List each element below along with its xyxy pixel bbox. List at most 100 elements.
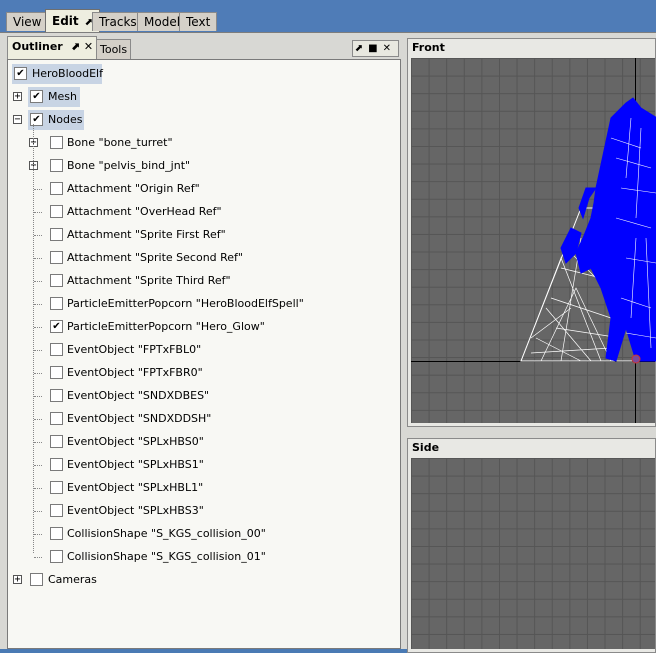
tree-row-mesh[interactable]: + ✔ Mesh [8,87,388,107]
nodes-checkbox[interactable]: ✔ [30,113,43,126]
tree-row-node[interactable]: EventObject "SPLxHBS1" [8,455,388,475]
tree-row-node[interactable]: EventObject "FPTxFBL0" [8,340,388,360]
tree-row-root[interactable]: ✔ HeroBloodElf [8,64,388,84]
node-checkbox[interactable] [50,435,63,448]
tree-guide-line [34,189,42,190]
tree-guide-line [34,327,42,328]
node-checkbox[interactable] [50,182,63,195]
side-viewport[interactable] [411,458,655,649]
mesh-checkbox[interactable]: ✔ [30,90,43,103]
tree-row-node[interactable]: CollisionShape "S_KGS_collision_00" [8,524,388,544]
tab-outliner[interactable]: Outliner ⬈ ✕ [7,36,97,59]
node-checkbox[interactable] [50,297,63,310]
tree-row-node[interactable]: ParticleEmitterPopcorn "HeroBloodElfSpel… [8,294,388,314]
node-checkbox[interactable] [50,228,63,241]
node-checkbox[interactable] [50,159,63,172]
tree-row-node[interactable]: CollisionShape "S_KGS_collision_01" [8,547,388,567]
cameras-label: Cameras [48,573,97,586]
tree-guide-line [33,124,34,553]
tree-row-cameras[interactable]: + Cameras [8,570,388,590]
tree-guide-line [34,534,42,535]
tree-row-node[interactable]: EventObject "SNDXDBES" [8,386,388,406]
node-checkbox[interactable] [50,389,63,402]
node-label: EventObject "SPLxHBS1" [67,458,204,471]
tree-guide-line [34,212,42,213]
tree-guide-line [34,235,42,236]
tree-row-node[interactable]: Attachment "Origin Ref" [8,179,388,199]
node-checkbox[interactable] [50,550,63,563]
tree-row-node[interactable]: Attachment "OverHead Ref" [8,202,388,222]
tree-row-node[interactable]: Attachment "Sprite Second Ref" [8,248,388,268]
node-label: Attachment "Sprite Third Ref" [67,274,231,287]
model-wireframe [520,97,656,364]
front-viewport[interactable] [411,58,656,423]
node-checkbox[interactable] [50,343,63,356]
tree-row-node[interactable]: Attachment "Sprite First Ref" [8,225,388,245]
node-checkbox[interactable] [50,251,63,264]
front-view-panel: Front [407,38,656,427]
node-label: EventObject "SNDXDDSH" [67,412,212,425]
node-label: EventObject "SNDXDBES" [67,389,210,402]
tab-text[interactable]: Text [179,12,218,31]
node-checkbox[interactable] [50,527,63,540]
tree-row-node[interactable]: EventObject "SNDXDDSH" [8,409,388,429]
node-label: Attachment "OverHead Ref" [67,205,222,218]
side-view-panel: Side [407,438,656,653]
node-checkbox[interactable]: ✔ [50,320,63,333]
tree-row-node[interactable]: EventObject "SPLxHBS3" [8,501,388,521]
tab-outliner-label: Outliner [12,40,63,53]
node-checkbox[interactable] [50,504,63,517]
tree-row-node[interactable]: ✔ ParticleEmitterPopcorn "Hero_Glow" [8,317,388,337]
node-label: EventObject "SPLxHBS0" [67,435,204,448]
tree-row-node[interactable]: EventObject "SPLxHBL1" [8,478,388,498]
pin-icon[interactable]: ⬈ [71,40,80,53]
maximize-icon[interactable]: ■ [368,43,382,54]
tree-row-node[interactable]: EventObject "FPTxFBR0" [8,363,388,383]
node-checkbox[interactable] [50,366,63,379]
tree-row-node[interactable]: Attachment "Sprite Third Ref" [8,271,388,291]
mesh-label: Mesh [48,90,77,103]
node-checkbox[interactable] [50,481,63,494]
tab-tools-label: Tools [100,43,128,56]
cameras-checkbox[interactable] [30,573,43,586]
node-label: Attachment "Sprite Second Ref" [67,251,243,264]
close-icon[interactable]: ✕ [84,40,93,53]
tree-row-nodes[interactable]: − ✔ Nodes [8,110,388,130]
tree-guide-line [34,557,42,558]
pin-icon[interactable]: ⬈ [355,43,368,54]
node-label: EventObject "FPTxFBL0" [67,343,202,356]
tab-tracks-label: Tracks [99,15,137,29]
tab-view[interactable]: View [6,12,49,31]
node-label: CollisionShape "S_KGS_collision_01" [67,550,266,563]
node-label: Attachment "Sprite First Ref" [67,228,226,241]
tab-edit-label: Edit [52,14,79,28]
close-icon[interactable]: ✕ [383,43,396,54]
node-checkbox[interactable] [50,136,63,149]
node-checkbox[interactable] [50,274,63,287]
expand-icon[interactable]: + [13,575,22,585]
node-label: Bone "bone_turret" [67,136,173,149]
root-checkbox[interactable]: ✔ [14,67,27,80]
node-checkbox[interactable] [50,458,63,471]
node-checkbox[interactable] [50,412,63,425]
expand-icon[interactable]: + [13,92,22,102]
workspace: Outliner ⬈ ✕ Tools ⬈■✕ ✔ HeroBloodElf + ✔ … [0,32,656,653]
tree-guide-line [34,373,42,374]
node-label: ParticleEmitterPopcorn "Hero_Glow" [67,320,265,333]
tree-row-node[interactable]: + Bone "bone_turret" [8,133,388,153]
tree-guide-line [34,419,42,420]
outliner-tree: ✔ HeroBloodElf + ✔ Mesh − ✔ Nodes + Bone … [7,59,401,649]
tab-view-label: View [13,15,42,29]
node-label: EventObject "FPTxFBR0" [67,366,203,379]
collapse-icon[interactable]: − [13,115,22,125]
tree-guide-line [34,350,42,351]
node-label: Bone "pelvis_bind_jnt" [67,159,191,172]
tree-row-node[interactable]: + Bone "pelvis_bind_jnt" [8,156,388,176]
node-label: EventObject "SPLxHBL1" [67,481,204,494]
node-checkbox[interactable] [50,205,63,218]
tab-model-label: Model [144,15,181,29]
tab-tracks[interactable]: Tracks [92,12,144,31]
node-label: EventObject "SPLxHBS3" [67,504,204,517]
tree-row-node[interactable]: EventObject "SPLxHBS0" [8,432,388,452]
tab-tools[interactable]: Tools [95,39,131,59]
